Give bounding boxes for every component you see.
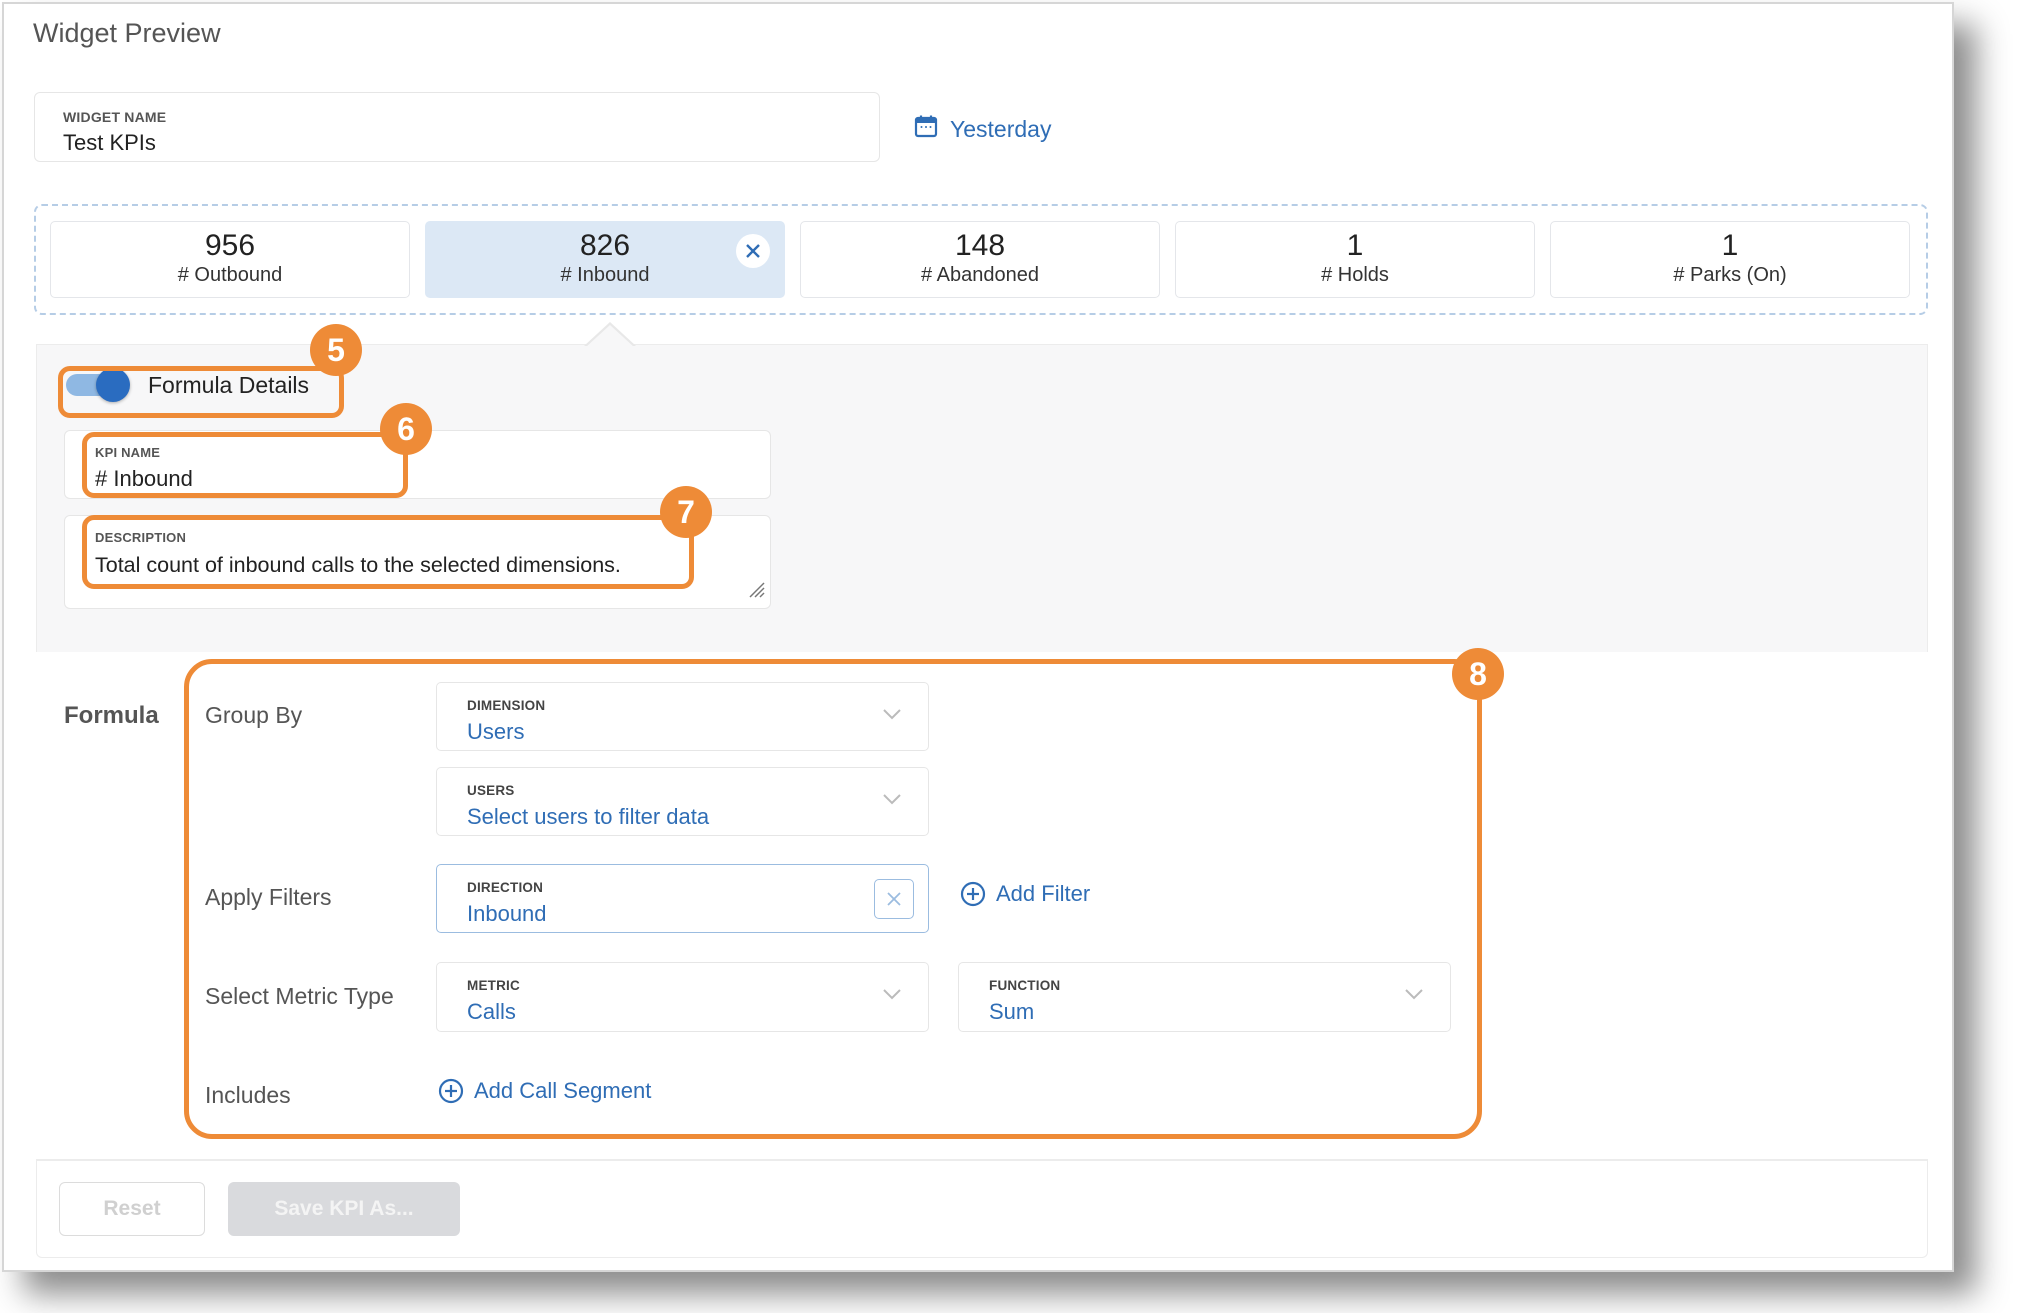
kpi-card-inbound[interactable]: 826 # Inbound [425, 221, 785, 298]
kpi-name-label: KPI NAME [95, 445, 161, 460]
kpi-value: 956 [204, 229, 256, 262]
selected-kpi-pointer-fill [586, 325, 634, 347]
direction-label: DIRECTION [467, 880, 544, 895]
users-value: Select users to filter data [467, 804, 710, 829]
reset-button[interactable]: Reset [59, 1182, 205, 1236]
close-icon [746, 244, 760, 258]
widget-name-field[interactable]: WIDGET NAME Test KPIs [34, 92, 880, 162]
chevron-down-icon [1404, 987, 1424, 1005]
apply-filters-label: Apply Filters [205, 884, 332, 910]
callout-badge-6: 6 [380, 403, 432, 455]
toggle-label: Formula Details [148, 371, 310, 398]
remove-filter-button[interactable] [874, 879, 914, 919]
toggle-switch[interactable] [66, 368, 130, 402]
direction-filter[interactable]: DIRECTION Inbound [436, 864, 929, 933]
widget-preview-window: Widget Preview WIDGET NAME Test KPIs Yes… [2, 2, 1954, 1272]
close-icon [887, 892, 901, 906]
group-by-label: Group By [205, 702, 303, 728]
kpi-value: 1 [1721, 229, 1739, 262]
function-select[interactable]: FUNCTION Sum [958, 962, 1451, 1032]
kpi-name-value: # Inbound [95, 466, 193, 491]
metric-label: METRIC [467, 978, 520, 993]
add-filter-button[interactable]: Add Filter [960, 881, 1090, 907]
kpi-value: 1 [1346, 229, 1364, 262]
save-kpi-as-button[interactable]: Save KPI As... [228, 1182, 460, 1236]
kpi-strip: 956 # Outbound 826 # Inbound 148 # Aband… [34, 204, 1928, 315]
add-filter-label: Add Filter [996, 881, 1091, 906]
remove-kpi-button[interactable] [736, 234, 770, 268]
function-label: FUNCTION [989, 978, 1061, 993]
kpi-card-parks[interactable]: 1 # Parks (On) [1550, 221, 1910, 298]
users-select[interactable]: USERS Select users to filter data [436, 767, 929, 836]
dimension-label: DIMENSION [467, 698, 546, 713]
kpi-label: # Holds [1321, 264, 1389, 286]
date-range-label: Yesterday [950, 115, 1052, 142]
page-title: Widget Preview [33, 18, 221, 48]
kpi-value: 148 [954, 229, 1006, 262]
calendar-icon [914, 114, 938, 144]
direction-value: Inbound [467, 901, 547, 926]
callout-badge-5: 5 [310, 324, 362, 376]
kpi-card-holds[interactable]: 1 # Holds [1175, 221, 1535, 298]
date-range-picker[interactable]: Yesterday [914, 114, 1051, 144]
resize-handle-icon[interactable] [746, 579, 766, 604]
callout-badge-8: 8 [1452, 648, 1504, 700]
includes-label: Includes [205, 1082, 291, 1108]
kpi-label: # Inbound [560, 264, 650, 286]
kpi-label: # Abandoned [921, 264, 1039, 286]
plus-circle-icon [960, 881, 986, 907]
chevron-down-icon [882, 707, 902, 725]
widget-name-label: WIDGET NAME [63, 109, 167, 125]
add-call-segment-label: Add Call Segment [474, 1078, 652, 1103]
users-label: USERS [467, 783, 515, 798]
widget-name-value: Test KPIs [63, 130, 156, 155]
function-value: Sum [989, 999, 1035, 1024]
description-value: Total count of inbound calls to the sele… [95, 553, 621, 577]
toggle-knob [96, 368, 130, 402]
plus-circle-icon [438, 1078, 464, 1104]
chevron-down-icon [882, 987, 902, 1005]
callout-badge-7: 7 [660, 486, 712, 538]
kpi-card-abandoned[interactable]: 148 # Abandoned [800, 221, 1160, 298]
metric-type-label: Select Metric Type [205, 983, 394, 1009]
kpi-card-outbound[interactable]: 956 # Outbound [50, 221, 410, 298]
metric-select[interactable]: METRIC Calls [436, 962, 929, 1032]
dimension-value: Users [467, 719, 525, 744]
formula-title: Formula [64, 702, 159, 729]
description-label: DESCRIPTION [95, 530, 187, 545]
formula-details-toggle[interactable]: Formula Details [66, 368, 310, 402]
metric-value: Calls [467, 999, 516, 1024]
description-field[interactable]: DESCRIPTION Total count of inbound calls… [64, 515, 771, 609]
dimension-select[interactable]: DIMENSION Users [436, 682, 929, 751]
chevron-down-icon [882, 792, 902, 810]
add-call-segment-button[interactable]: Add Call Segment [438, 1078, 651, 1104]
kpi-label: # Parks (On) [1673, 264, 1787, 286]
kpi-label: # Outbound [177, 264, 283, 286]
kpi-value: 826 [579, 229, 631, 262]
